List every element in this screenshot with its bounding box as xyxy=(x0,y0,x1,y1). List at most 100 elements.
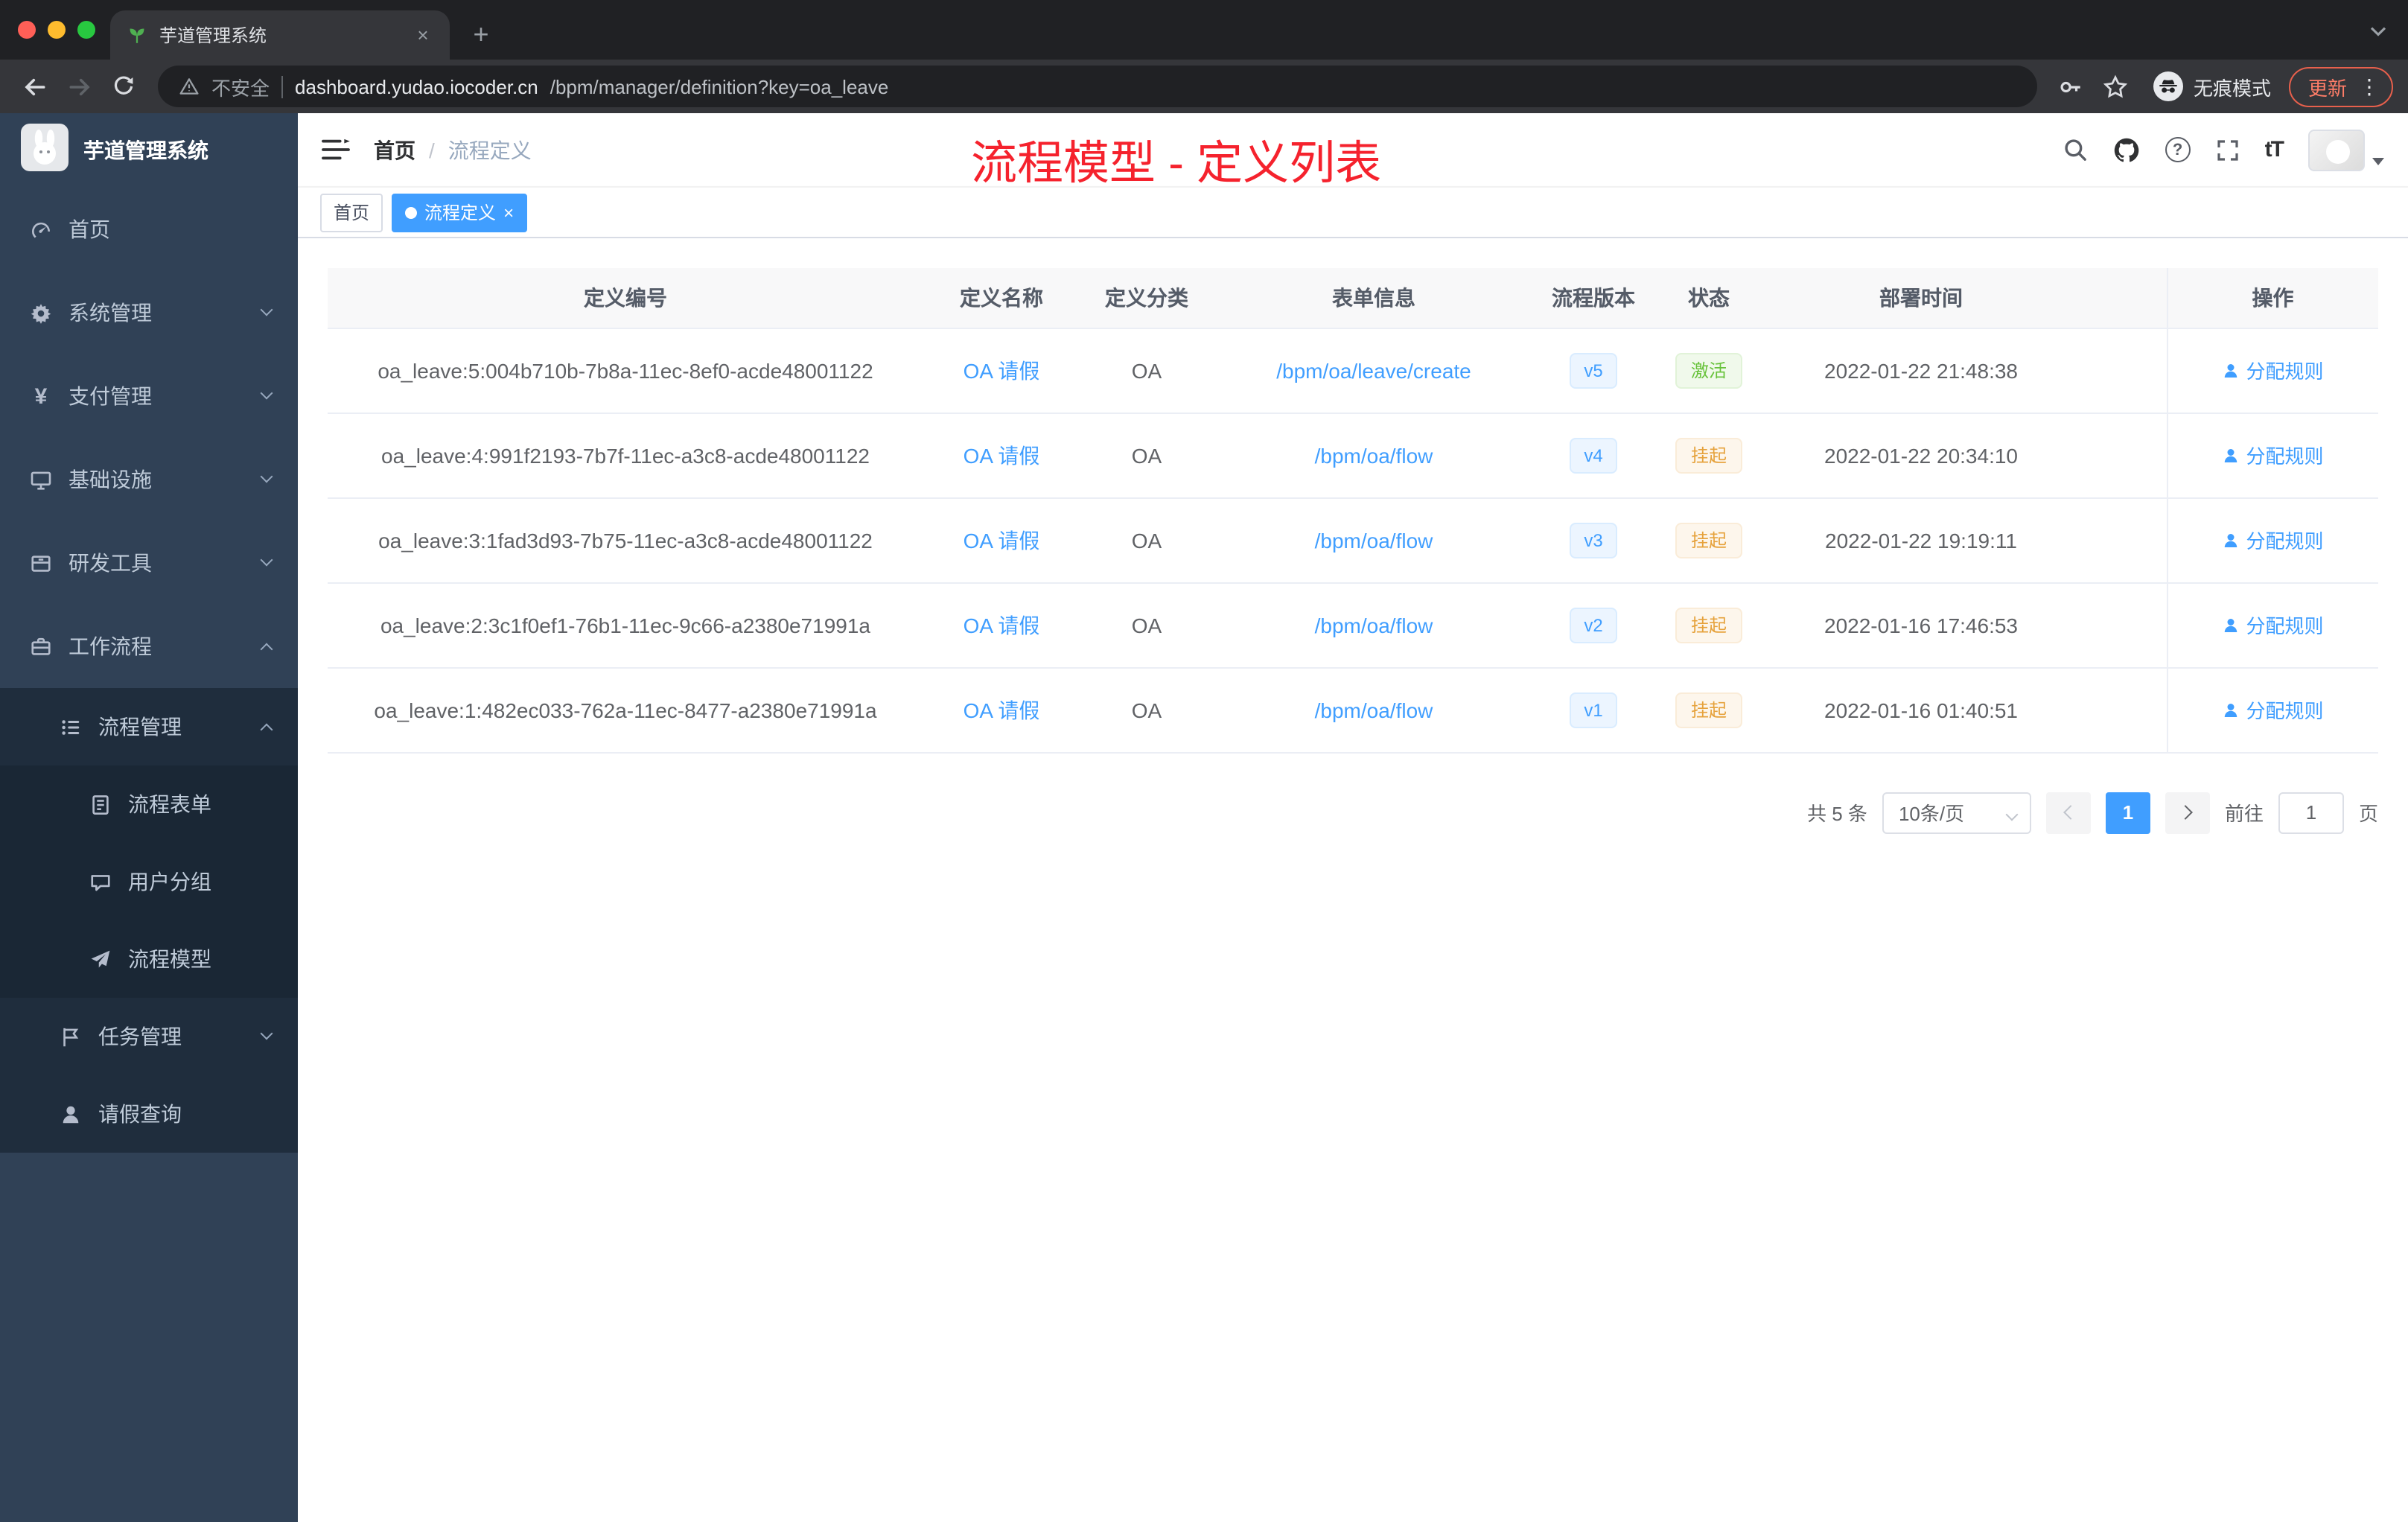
prev-page-button[interactable] xyxy=(2045,792,2091,833)
user-avatar[interactable] xyxy=(2308,129,2365,171)
sidebar-item-label: 工作流程 xyxy=(69,634,152,658)
definition-name-link[interactable]: OA 请假 xyxy=(963,528,1040,552)
cell-category: OA xyxy=(1080,497,1214,583)
window-close-button[interactable] xyxy=(18,21,36,39)
cell-category: OA xyxy=(1080,413,1214,498)
person-icon xyxy=(2225,618,2237,631)
status-tag: 挂起 xyxy=(1675,692,1742,727)
sidebar-item-payment[interactable]: ¥ 支付管理 xyxy=(0,354,298,438)
form-link[interactable]: /bpm/oa/flow xyxy=(1315,698,1433,722)
sidebar-item-label: 研发工具 xyxy=(69,551,152,575)
pagination-total: 共 5 条 xyxy=(1807,803,1867,825)
sidebar-item-infrastructure[interactable]: 基础设施 xyxy=(0,438,298,521)
breadcrumb-home[interactable]: 首页 xyxy=(374,135,415,165)
goto-page-input[interactable] xyxy=(2278,792,2344,833)
browser-update-button[interactable]: 更新 ⋮ xyxy=(2288,66,2393,106)
definition-name-link[interactable]: OA 请假 xyxy=(963,443,1040,467)
sidebar: 芋道管理系统 首页 系统管理 ¥ 支付管理 基础设施 研发工具 工作流程 流程管… xyxy=(0,113,298,1522)
window-minimize-button[interactable] xyxy=(48,21,66,39)
sidebar-item-user-group[interactable]: 用户分组 xyxy=(0,843,298,920)
search-icon[interactable] xyxy=(2063,137,2088,162)
url-path: /bpm/manager/definition?key=oa_leave xyxy=(550,75,889,98)
breadcrumb: 首页 / 流程定义 xyxy=(374,135,532,165)
sidebar-item-process-form[interactable]: 流程表单 xyxy=(0,765,298,843)
bookmark-star-icon[interactable] xyxy=(2097,67,2135,106)
app-title: 芋道管理系统 xyxy=(83,138,208,162)
definition-name-link[interactable]: OA 请假 xyxy=(963,613,1040,637)
chevron-left-icon xyxy=(2063,805,2078,820)
form-link[interactable]: /bpm/oa/flow xyxy=(1315,613,1433,637)
assign-rule-button[interactable]: 分配规则 xyxy=(2222,356,2324,384)
tab-close-icon[interactable]: × xyxy=(411,23,435,47)
person-icon xyxy=(2225,448,2237,462)
forward-button[interactable] xyxy=(60,67,98,106)
chevron-right-icon xyxy=(2178,805,2193,820)
form-link[interactable]: /bpm/oa/leave/create xyxy=(1276,358,1471,382)
tab-search-chevron-icon[interactable] xyxy=(2369,18,2387,45)
tab-title: 芋道管理系统 xyxy=(159,25,267,46)
user-menu[interactable] xyxy=(2308,129,2384,171)
goto-label: 前往 xyxy=(2224,803,2264,825)
sidebar-item-leave-query[interactable]: 请假查询 xyxy=(0,1075,298,1153)
font-size-icon[interactable]: tT xyxy=(2265,137,2284,162)
sidebar-item-process-model[interactable]: 流程模型 xyxy=(0,920,298,998)
form-link[interactable]: /bpm/oa/flow xyxy=(1315,443,1433,467)
tag-label: 流程定义 xyxy=(424,203,497,223)
app-shell: 芋道管理系统 首页 系统管理 ¥ 支付管理 基础设施 研发工具 工作流程 流程管… xyxy=(0,113,2408,1522)
assign-rule-button[interactable]: 分配规则 xyxy=(2222,611,2324,639)
sidebar-item-home[interactable]: 首页 xyxy=(0,188,298,271)
sidebar-item-label: 流程表单 xyxy=(128,792,211,816)
hamburger-icon[interactable] xyxy=(322,137,350,162)
tag-process-definition[interactable]: 流程定义 × xyxy=(392,193,528,232)
url-domain: dashboard.yudao.iocoder.cn xyxy=(295,75,538,98)
table-row: oa_leave:1:482ec033-762a-11ec-8477-a2380… xyxy=(328,667,2378,753)
security-label[interactable]: 不安全 xyxy=(211,72,270,101)
version-tag: v2 xyxy=(1569,607,1618,643)
next-page-button[interactable] xyxy=(2165,792,2210,833)
sidebar-item-process-management[interactable]: 流程管理 xyxy=(0,688,298,765)
sidebar-item-label: 基础设施 xyxy=(69,468,152,491)
col-status: 状态 xyxy=(1653,268,1765,328)
form-link[interactable]: /bpm/oa/flow xyxy=(1315,528,1433,552)
assign-rule-button[interactable]: 分配规则 xyxy=(2222,695,2324,724)
table-row: oa_leave:5:004b710b-7b8a-11ec-8ef0-acde4… xyxy=(328,328,2378,413)
fullscreen-icon[interactable] xyxy=(2216,138,2240,162)
app-logo: 芋道管理系统 xyxy=(0,113,298,188)
cell-deploy-time: 2022-01-16 01:40:51 xyxy=(1765,667,2077,753)
definition-name-link[interactable]: OA 请假 xyxy=(963,698,1040,722)
tag-home[interactable]: 首页 xyxy=(320,193,383,232)
browser-menu-dots-icon[interactable]: ⋮ xyxy=(2359,76,2380,97)
github-icon[interactable] xyxy=(2113,136,2140,163)
sidebar-item-task-management[interactable]: 任务管理 xyxy=(0,998,298,1075)
incognito-indicator: 无痕模式 xyxy=(2153,71,2271,101)
tag-label: 首页 xyxy=(334,203,370,223)
toolbox-icon xyxy=(30,552,52,574)
tag-close-icon[interactable]: × xyxy=(503,202,514,223)
dashboard-icon xyxy=(30,218,52,241)
password-key-icon[interactable] xyxy=(2052,67,2091,106)
sidebar-item-system[interactable]: 系统管理 xyxy=(0,271,298,354)
window-zoom-button[interactable] xyxy=(77,21,95,39)
col-filler xyxy=(2077,268,2167,328)
chevron-down-icon xyxy=(260,553,273,567)
browser-tab[interactable]: 芋道管理系统 × xyxy=(110,10,450,60)
back-button[interactable] xyxy=(15,67,54,106)
help-icon[interactable]: ? xyxy=(2165,137,2191,162)
top-navbar: 首页 / 流程定义 ? tT xyxy=(298,113,2408,188)
cell-category: OA xyxy=(1080,328,1214,413)
active-tag-dot xyxy=(405,206,418,218)
page-size-select[interactable]: 10条/页 xyxy=(1882,792,2031,833)
assign-rule-button[interactable]: 分配规则 xyxy=(2222,441,2324,469)
new-tab-button[interactable]: + xyxy=(462,15,500,54)
sidebar-item-devtools[interactable]: 研发工具 xyxy=(0,521,298,605)
chevron-down-icon xyxy=(260,386,273,400)
definition-name-link[interactable]: OA 请假 xyxy=(963,358,1040,382)
gear-icon xyxy=(30,302,52,324)
reload-button[interactable] xyxy=(104,67,143,106)
security-warning-icon xyxy=(179,76,200,97)
assign-rule-button[interactable]: 分配规则 xyxy=(2222,526,2324,554)
sidebar-item-workflow[interactable]: 工作流程 xyxy=(0,605,298,688)
page-number-button[interactable]: 1 xyxy=(2105,792,2150,833)
status-tag: 激活 xyxy=(1675,352,1742,388)
address-bar[interactable]: 不安全 dashboard.yudao.iocoder.cn/bpm/manag… xyxy=(158,66,2037,107)
